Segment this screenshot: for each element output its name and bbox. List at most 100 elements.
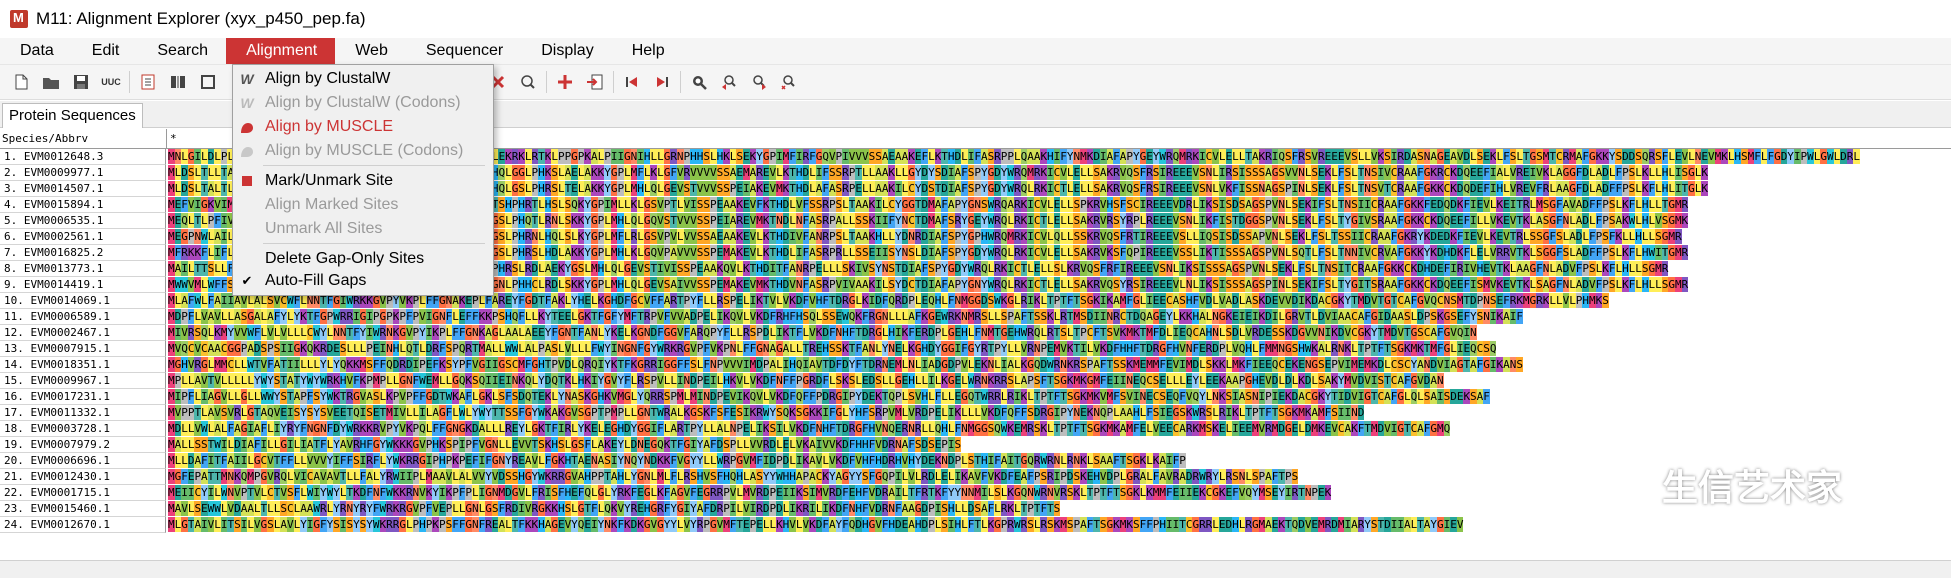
sequence-row[interactable]: MIVRSQLKMYVVWFLVLVLLLCWYLNNTFYIWRNKGVPYI…: [168, 325, 1951, 341]
new-file-icon[interactable]: [6, 67, 36, 97]
sequence-row[interactable]: MPLLAVTVLLLLLYWYSTATYWYWRKHVFKPMPLLGNFWE…: [168, 373, 1951, 389]
menu-align-marked-sites[interactable]: Align Marked Sites: [233, 193, 493, 217]
muscle-arm-icon: [239, 143, 255, 159]
toolbar-separator: [680, 71, 681, 93]
menu-separator: [263, 165, 485, 166]
menu-edit[interactable]: Edit: [72, 38, 138, 64]
menu-item-label: Mark/Unmark Site: [265, 172, 394, 189]
case-toggle-label: UUC: [101, 77, 121, 87]
menu-help[interactable]: Help: [612, 38, 683, 64]
sequence-name-row[interactable]: 22. EVM0001715.1: [0, 485, 166, 501]
check-icon: ✔: [241, 273, 253, 288]
sequence-name-row[interactable]: 18. EVM0003728.1: [0, 421, 166, 437]
tab-protein-sequences[interactable]: Protein Sequences: [2, 103, 143, 128]
menu-separator: [263, 243, 485, 244]
toolbar-separator: [613, 71, 614, 93]
save-icon[interactable]: [66, 67, 96, 97]
menu-data[interactable]: Data: [0, 38, 72, 64]
menu-search[interactable]: Search: [137, 38, 226, 64]
menu-item-label: Align by ClustalW (Codons): [265, 94, 461, 111]
search-icon[interactable]: [684, 67, 714, 97]
prev-icon[interactable]: [617, 67, 647, 97]
sequence-name-row[interactable]: 20. EVM0006696.1: [0, 453, 166, 469]
sequence-row[interactable]: MDLLVWLALFAGIAFLIYRYFNGNFDYWRKKRVPYVKPQL…: [168, 421, 1951, 437]
clustalw-icon: W: [240, 95, 254, 111]
menu-auto-fill-gaps[interactable]: ✔ Auto-Fill Gaps: [233, 269, 493, 293]
clustalw-icon: W: [240, 71, 254, 87]
menu-align-clustalw[interactable]: W Align by ClustalW: [233, 67, 493, 91]
sequence-name-row[interactable]: 8. EVM0013773.1: [0, 261, 166, 277]
sequence-name-row[interactable]: 6. EVM0002561.1: [0, 229, 166, 245]
sequence-row[interactable]: MDPFLVAVLLASGALAFYLYKTFGPWRRIGIPGPKPFPVI…: [168, 309, 1951, 325]
window-title: M11: Alignment Explorer (xyx_p450_pep.fa…: [36, 9, 366, 28]
sequence-name-row[interactable]: 21. EVM0012430.1: [0, 469, 166, 485]
sequence-row[interactable]: MLGTAIVLITSILVGSLAVLYIGFYSISYSYWKRRGLPHP…: [168, 517, 1951, 533]
search-clear-icon[interactable]: [774, 67, 804, 97]
menu-align-clustalw-codons[interactable]: W Align by ClustalW (Codons): [233, 91, 493, 115]
watermark-text: 生信艺术家: [1662, 468, 1843, 509]
tools-icon[interactable]: [193, 67, 223, 97]
menu-item-label: Align by MUSCLE: [265, 118, 394, 135]
sequence-name-row[interactable]: 17. EVM0011332.1: [0, 405, 166, 421]
next-icon[interactable]: [647, 67, 677, 97]
sequence-name-row[interactable]: 5. EVM0006535.1: [0, 213, 166, 229]
menu-align-muscle-codons[interactable]: Align by MUSCLE (Codons): [233, 139, 493, 163]
columns-icon[interactable]: [163, 67, 193, 97]
sequence-row[interactable]: MVPPTLAVSVRLGTAQVEISYSYSVEETQISETMIVLLIL…: [168, 405, 1951, 421]
sequence-row[interactable]: MIPFLIAGVLLGLLWWYSTAPFSYWKTRGVASLKPVPFFG…: [168, 389, 1951, 405]
menu-item-label: Align by ClustalW: [265, 70, 391, 87]
menu-item-label: Align by MUSCLE (Codons): [265, 142, 464, 159]
sequence-name-row[interactable]: 4. EVM0015894.1: [0, 197, 166, 213]
sequence-name-row[interactable]: 3. EVM0014507.1: [0, 181, 166, 197]
alignment-menu-dropdown: W Align by ClustalW W Align by ClustalW …: [232, 64, 494, 296]
muscle-arm-icon: [239, 119, 255, 135]
case-toggle-icon[interactable]: UUC: [96, 67, 126, 97]
sequence-name-row[interactable]: 16. EVM0017231.1: [0, 389, 166, 405]
watermark: 生信艺术家: [1590, 455, 1920, 515]
sequence-name-row[interactable]: 9. EVM0014419.1: [0, 277, 166, 293]
menu-sequencer[interactable]: Sequencer: [406, 38, 521, 64]
mega-app-icon: [10, 10, 28, 28]
menu-item-label: Delete Gap-Only Sites: [265, 250, 425, 267]
sequence-name-row[interactable]: 11. EVM0006589.1: [0, 309, 166, 325]
sequence-name-row[interactable]: 19. EVM0007979.2: [0, 437, 166, 453]
menu-alignment[interactable]: Alignment: [226, 38, 336, 64]
menu-unmark-all-sites[interactable]: Unmark All Sites: [233, 217, 493, 241]
wechat-icon: [1590, 459, 1652, 511]
sequence-row[interactable]: MGHVRGLMMCLLWTVFATIILLLYLYQKKMSFFQDRDIPE…: [168, 357, 1951, 373]
menu-delete-gap-only-sites[interactable]: Delete Gap-Only Sites: [233, 247, 493, 271]
menu-mark-unmark-site[interactable]: Mark/Unmark Site: [233, 169, 493, 193]
conserved-site-marker: *: [170, 132, 177, 145]
sequence-row[interactable]: MALLSSTWILDIAFILLGILIATFLYAVRHFGYWKKKGVP…: [168, 437, 1951, 453]
sequence-name-row[interactable]: 24. EVM0012670.1: [0, 517, 166, 533]
mark-site-icon: [239, 173, 255, 189]
sequence-name-row[interactable]: 23. EVM0015460.1: [0, 501, 166, 517]
sequence-name-row[interactable]: 10. EVM0014069.1: [0, 293, 166, 309]
menu-item-label: Auto-Fill Gaps: [265, 272, 367, 289]
sequence-name-row[interactable]: 15. EVM0009967.1: [0, 373, 166, 389]
sequence-name-row[interactable]: 7. EVM0016825.2: [0, 245, 166, 261]
species-column-header[interactable]: Species/Abbrv: [2, 129, 167, 148]
title-bar: M11: Alignment Explorer (xyx_p450_pep.fa…: [0, 0, 1951, 38]
menu-align-muscle[interactable]: Align by MUSCLE: [233, 115, 493, 139]
status-bar: [0, 560, 1951, 578]
search-prev-icon[interactable]: [714, 67, 744, 97]
menu-item-label: Unmark All Sites: [265, 220, 383, 237]
toolbar-separator: [129, 71, 130, 93]
menu-web[interactable]: Web: [335, 38, 406, 64]
toolbar-separator: [546, 71, 547, 93]
notes-icon[interactable]: [133, 67, 163, 97]
gap-icon[interactable]: [513, 67, 543, 97]
sequence-name-row[interactable]: 14. EVM0018351.1: [0, 357, 166, 373]
menu-bar: Data Edit Search Alignment Web Sequencer…: [0, 38, 1951, 65]
search-next-icon[interactable]: [744, 67, 774, 97]
sequence-name-row[interactable]: 13. EVM0007915.1: [0, 341, 166, 357]
open-folder-icon[interactable]: [36, 67, 66, 97]
insert-icon[interactable]: [550, 67, 580, 97]
sequence-name-row[interactable]: 2. EVM0009977.1: [0, 165, 166, 181]
sequence-name-row[interactable]: 12. EVM0002467.1: [0, 325, 166, 341]
menu-display[interactable]: Display: [521, 38, 611, 64]
sequence-row[interactable]: MVQCVCAACGGPADSPSIIGKQKRDESLLLPEINHLQTLD…: [168, 341, 1951, 357]
sequence-name-row[interactable]: 1. EVM0012648.3: [0, 149, 166, 165]
import-icon[interactable]: [580, 67, 610, 97]
